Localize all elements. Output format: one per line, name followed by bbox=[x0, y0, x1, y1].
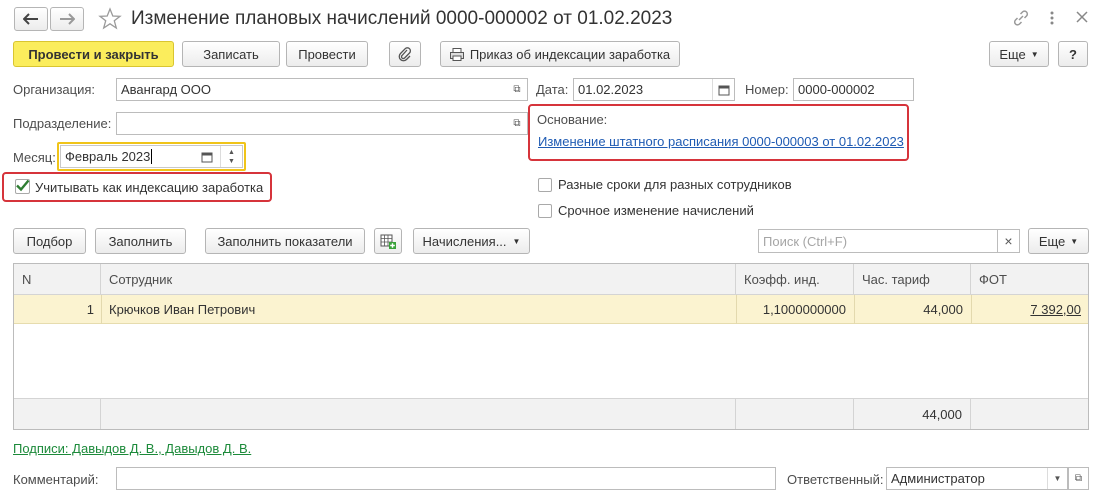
urgent-checkbox[interactable] bbox=[538, 204, 552, 218]
link-icon[interactable] bbox=[1012, 9, 1030, 30]
month-label: Месяц: bbox=[13, 150, 56, 165]
help-button[interactable]: ? bbox=[1058, 41, 1088, 67]
favorite-star-icon[interactable] bbox=[98, 7, 122, 31]
cell-coef: 1,1000000000 bbox=[762, 301, 846, 317]
number-label: Номер: bbox=[745, 82, 789, 97]
arrow-left-icon bbox=[23, 13, 38, 25]
cell-rate: 44,000 bbox=[923, 301, 963, 317]
spin-down-icon[interactable]: ▼ bbox=[228, 157, 235, 166]
clear-icon: × bbox=[1004, 233, 1013, 249]
footer-divider bbox=[14, 398, 1088, 399]
attach-button[interactable] bbox=[389, 41, 421, 67]
add-table-button[interactable] bbox=[374, 228, 402, 254]
diff-terms-checkbox[interactable] bbox=[538, 178, 552, 192]
print-order-button[interactable]: Приказ об индексации заработка bbox=[440, 41, 680, 67]
forward-button[interactable] bbox=[50, 7, 84, 31]
text-cursor bbox=[151, 149, 152, 164]
cell-n: 1 bbox=[86, 301, 94, 317]
basis-link[interactable]: Изменение штатного расписания 0000-00000… bbox=[538, 134, 904, 149]
indexation-label: Учитывать как индексацию заработка bbox=[35, 180, 264, 195]
comment-label: Комментарий: bbox=[13, 472, 99, 487]
print-order-label: Приказ об индексации заработка bbox=[469, 46, 671, 62]
arrow-right-icon bbox=[60, 13, 75, 25]
diff-terms-label: Разные сроки для разных сотрудников bbox=[558, 177, 792, 192]
accruals-button[interactable]: Начисления... ▼ bbox=[413, 228, 530, 254]
search-clear-button[interactable]: × bbox=[997, 229, 1020, 253]
org-field[interactable]: Авангард ООО ⧉ bbox=[116, 78, 528, 101]
post-button[interactable]: Провести bbox=[286, 41, 368, 67]
comment-field[interactable] bbox=[116, 467, 776, 490]
open-dept-icon[interactable]: ⧉ bbox=[507, 113, 527, 134]
search-input[interactable]: Поиск (Ctrl+F) bbox=[758, 229, 998, 253]
more-dots-icon[interactable] bbox=[1048, 10, 1056, 26]
responsible-dropdown-icon[interactable]: ▼ bbox=[1047, 468, 1067, 489]
more-label: Еще bbox=[999, 46, 1026, 62]
more-button[interactable]: Еще ▼ bbox=[989, 41, 1049, 67]
footer-fot bbox=[971, 399, 1088, 429]
select-button[interactable]: Подбор bbox=[13, 228, 86, 254]
open-responsible-icon: ⧉ bbox=[1074, 473, 1083, 484]
month-field[interactable]: Февраль 2023 ▲ ▼ bbox=[60, 145, 243, 168]
calendar-icon[interactable] bbox=[712, 79, 734, 100]
column-header-employee[interactable]: Сотрудник bbox=[101, 264, 736, 295]
employees-table: N Сотрудник Коэфф. инд. Час. тариф ФОТ 1… bbox=[13, 263, 1089, 430]
open-org-icon[interactable]: ⧉ bbox=[507, 79, 527, 100]
fill-button[interactable]: Заполнить bbox=[95, 228, 186, 254]
cell-fot[interactable]: 7 392,00 bbox=[971, 295, 1081, 323]
window-title: Изменение плановых начислений 0000-00000… bbox=[131, 8, 673, 29]
footer-rate-total: 44,000 bbox=[922, 407, 962, 422]
row-divider bbox=[101, 295, 102, 324]
printer-icon bbox=[449, 47, 464, 61]
fill-indicators-button[interactable]: Заполнить показатели bbox=[205, 228, 365, 254]
accruals-label: Начисления... bbox=[422, 233, 507, 249]
number-field[interactable]: 0000-000002 bbox=[793, 78, 914, 101]
org-label: Организация: bbox=[13, 82, 96, 97]
footer-employee bbox=[101, 399, 736, 429]
responsible-label: Ответственный: bbox=[787, 472, 884, 487]
accruals-dropdown-icon: ▼ bbox=[512, 236, 521, 246]
footer-rate: 44,000 bbox=[854, 399, 971, 429]
save-button[interactable]: Записать bbox=[182, 41, 280, 67]
date-value: 01.02.2023 bbox=[578, 82, 644, 97]
month-value: Февраль 2023 bbox=[65, 149, 151, 164]
dept-label: Подразделение: bbox=[13, 116, 112, 131]
paperclip-icon bbox=[398, 47, 412, 62]
add-table-icon bbox=[380, 234, 396, 249]
cell-employee: Крючков Иван Петрович bbox=[109, 301, 256, 317]
search-placeholder: Поиск (Ctrl+F) bbox=[763, 233, 848, 249]
close-icon[interactable] bbox=[1076, 11, 1088, 26]
month-calendar-icon[interactable] bbox=[197, 146, 217, 167]
column-header-rate[interactable]: Час. тариф bbox=[854, 264, 971, 295]
signatures-link[interactable]: Подписи: Давыдов Д. В., Давыдов Д. В. bbox=[13, 441, 251, 456]
urgent-label: Срочное изменение начислений bbox=[558, 203, 754, 218]
responsible-field[interactable]: Администратор ▼ bbox=[886, 467, 1068, 490]
indexation-checkbox[interactable] bbox=[15, 179, 30, 194]
date-label: Дата: bbox=[536, 82, 569, 97]
responsible-value: Администратор bbox=[891, 471, 985, 486]
responsible-open-button[interactable]: ⧉ bbox=[1068, 467, 1089, 490]
month-spin-icon[interactable]: ▲ ▼ bbox=[220, 146, 242, 167]
column-header-n[interactable]: N bbox=[14, 264, 101, 295]
org-value: Авангард ООО bbox=[121, 82, 211, 97]
table-more-label: Еще bbox=[1038, 233, 1066, 249]
date-field[interactable]: 01.02.2023 bbox=[573, 78, 735, 101]
number-value: 0000-000002 bbox=[798, 82, 875, 97]
back-button[interactable] bbox=[14, 7, 48, 31]
dept-field[interactable]: ⧉ bbox=[116, 112, 528, 135]
table-more-dropdown-icon: ▼ bbox=[1070, 236, 1079, 246]
footer-coef bbox=[736, 399, 854, 429]
table-row[interactable]: 1 Крючков Иван Петрович 1,1000000000 44,… bbox=[14, 295, 1088, 324]
spin-up-icon[interactable]: ▲ bbox=[228, 148, 235, 157]
table-more-button[interactable]: Еще ▼ bbox=[1028, 228, 1089, 254]
post-and-close-button[interactable]: Провести и закрыть bbox=[13, 41, 174, 67]
basis-label: Основание: bbox=[537, 112, 608, 127]
column-header-fot[interactable]: ФОТ bbox=[971, 264, 1088, 295]
column-header-coef[interactable]: Коэфф. инд. bbox=[736, 264, 854, 295]
checkmark-icon bbox=[16, 179, 30, 192]
dropdown-arrow-icon: ▼ bbox=[1030, 49, 1039, 59]
footer-n bbox=[14, 399, 101, 429]
